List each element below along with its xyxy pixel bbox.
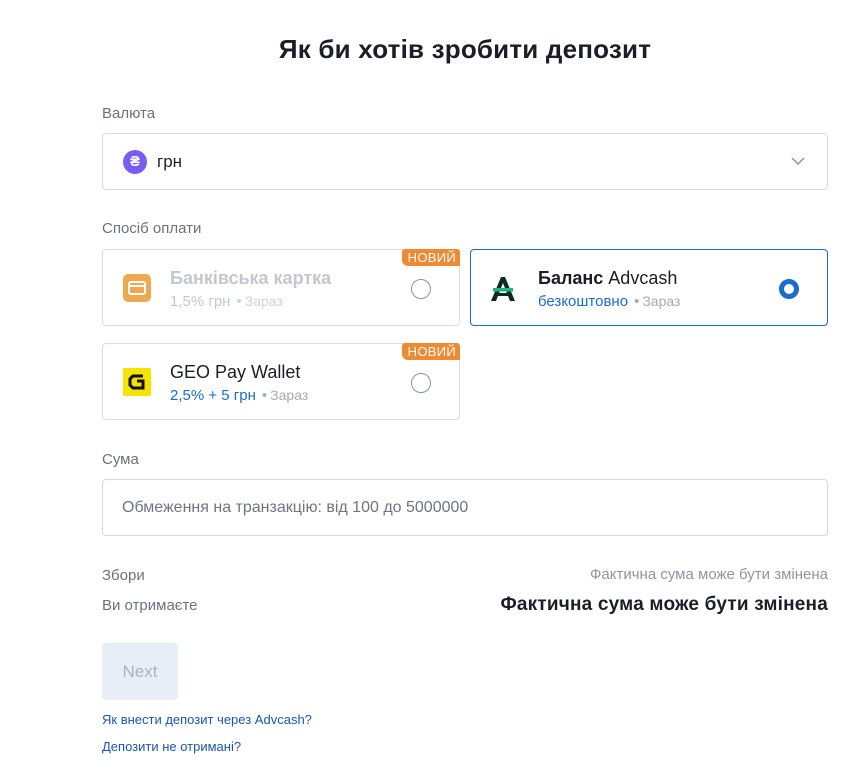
payment-option-bank-card[interactable]: Банківська картка 1,5% грн • Зараз НОВИЙ (102, 249, 460, 326)
next-button[interactable]: Next (102, 643, 178, 700)
hryvnia-icon: ₴ (123, 149, 147, 174)
currency-value: грн (157, 151, 183, 171)
advcash-logo-icon (491, 277, 515, 301)
separator-dot: • (634, 293, 640, 310)
currency-select[interactable]: ₴ грн (102, 133, 828, 190)
payment-option-fee: 2,5% + 5 грн (170, 387, 256, 404)
radio-button[interactable] (411, 373, 431, 393)
payment-option-details: 1,5% грн • Зараз (170, 293, 283, 310)
payment-option-time: Зараз (244, 293, 283, 309)
new-badge: НОВИЙ (401, 343, 460, 360)
payment-option-geo-pay-wallet[interactable]: GEO Pay Wallet 2,5% + 5 грн • Зараз НОВИЙ (102, 343, 460, 420)
payment-option-name: Баланс Advcash (538, 268, 677, 289)
how-to-deposit-link[interactable]: Як внести депозит через Advcash? (102, 712, 312, 727)
payment-option-name-rest: Advcash (608, 268, 678, 288)
payment-option-time: Зараз (642, 293, 681, 309)
payment-option-name: Банківська картка (170, 268, 332, 288)
amount-label: Сума (102, 451, 139, 468)
payment-method-label: Спосіб оплати (102, 220, 202, 237)
payment-option-fee: безкоштовно (538, 293, 629, 310)
payment-option-details: безкоштовно • Зараз (538, 293, 680, 310)
amount-input[interactable] (102, 479, 828, 536)
bank-card-icon (123, 274, 151, 302)
deposits-not-received-link[interactable]: Депозити не отримані? (102, 739, 241, 754)
geo-pay-logo-icon (123, 368, 151, 396)
fees-label: Збори (102, 567, 145, 584)
page-title: Як би хотів зробити депозит (278, 34, 652, 64)
payment-option-details: 2,5% + 5 грн • Зараз (170, 387, 308, 404)
payment-option-name: GEO Pay Wallet (170, 362, 301, 382)
new-badge: НОВИЙ (401, 249, 460, 266)
separator-dot: • (236, 293, 242, 310)
radio-button[interactable] (411, 279, 431, 299)
receive-label: Ви отримаєте (102, 597, 198, 614)
payment-option-time: Зараз (270, 387, 309, 403)
chevron-down-icon (791, 157, 805, 166)
currency-label: Валюта (102, 105, 156, 122)
separator-dot: • (261, 387, 268, 404)
payment-option-fee: 1,5% грн (170, 293, 231, 310)
fees-value: Фактична сума може бути змінена (590, 566, 828, 583)
payment-option-name-bold: Баланс (538, 268, 604, 288)
radio-button-selected[interactable] (779, 279, 799, 299)
receive-value: Фактична сума може бути змінена (500, 594, 828, 615)
payment-option-advcash-balance[interactable]: Баланс Advcash безкоштовно • Зараз (470, 249, 828, 326)
